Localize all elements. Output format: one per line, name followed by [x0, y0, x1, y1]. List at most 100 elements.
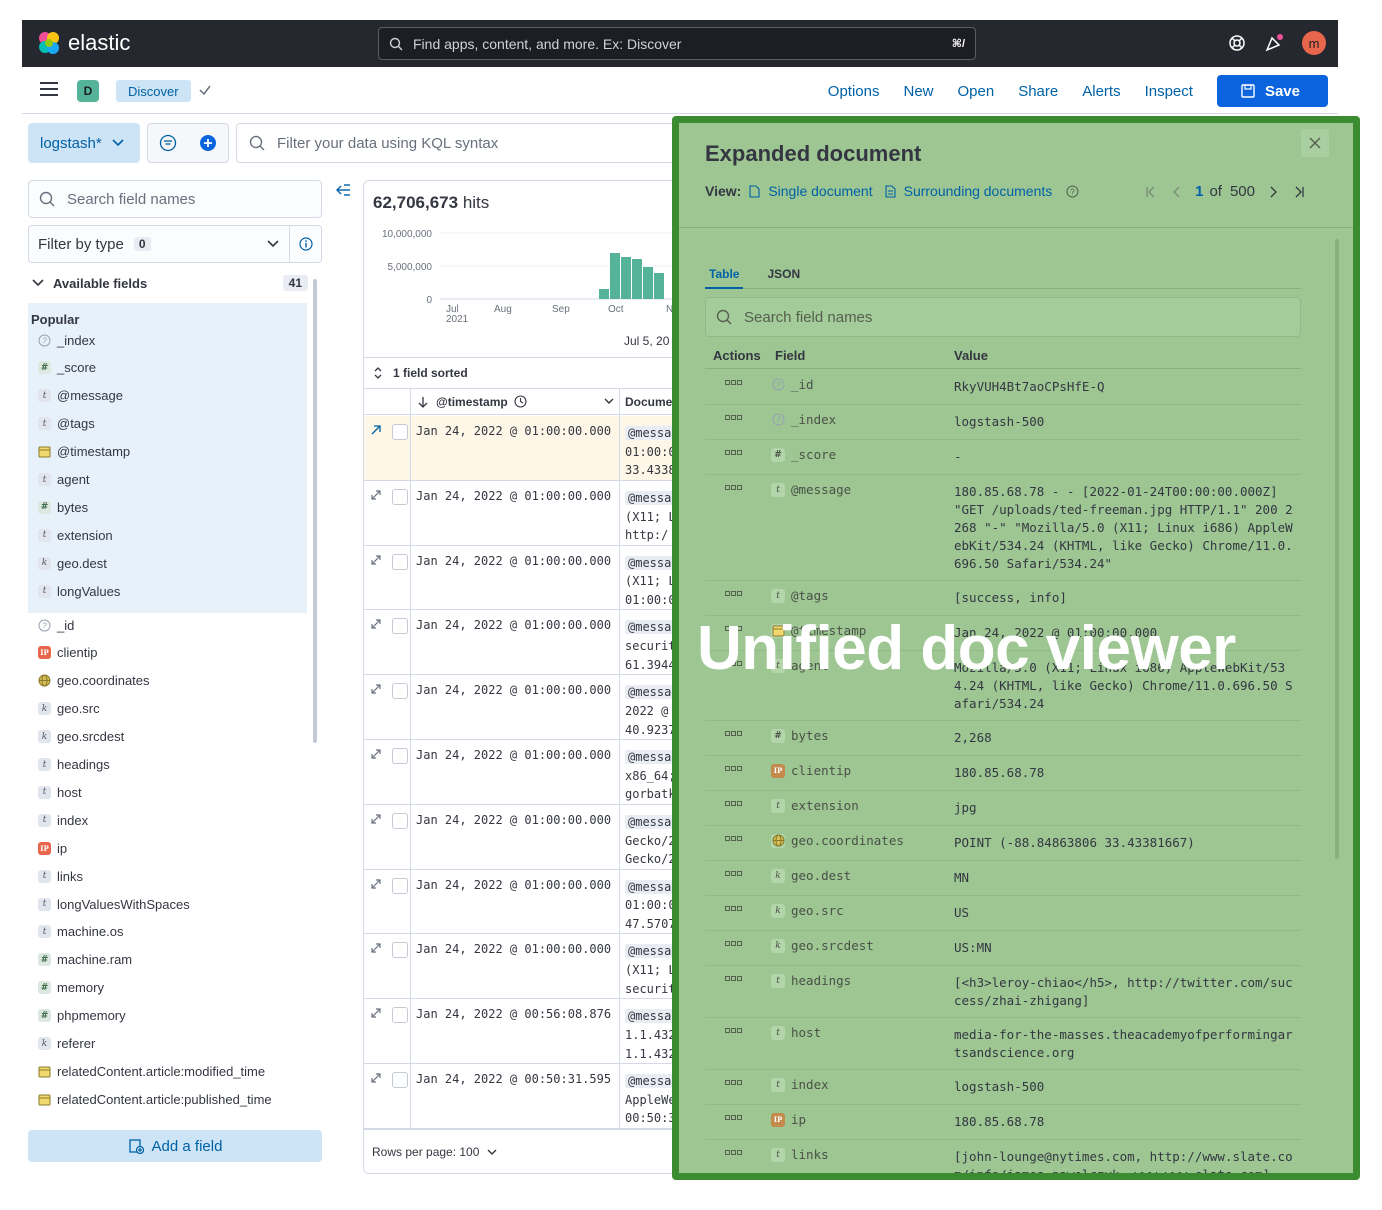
row-select-checkbox[interactable] [392, 618, 408, 635]
row-actions-icon[interactable] [725, 801, 743, 807]
sidebar-field-item[interactable]: t longValues [38, 582, 120, 600]
table-row[interactable]: Jan 24, 2022 @ 01:00:00.000 @messa Gecko/2… [364, 805, 692, 870]
collapse-sidebar-icon[interactable] [336, 183, 352, 197]
doc-field-row[interactable]: k geo.srcdest US:MN [705, 931, 1301, 966]
doc-field-row[interactable]: t index logstash-500 [705, 1070, 1301, 1105]
filter-info-button[interactable] [290, 225, 322, 263]
doc-field-row[interactable]: IP clientip 180.85.68.78 [705, 756, 1301, 791]
elastic-logo[interactable]: elastic [36, 30, 130, 56]
sort-indicator[interactable]: 1 field sorted [364, 357, 692, 389]
doc-field-row[interactable]: t host media-for-the-masses.theacademyofpe… [705, 1018, 1301, 1070]
expand-row-icon[interactable] [370, 1072, 382, 1084]
sidebar-field-item[interactable]: t index [38, 811, 88, 829]
sidebar-field-item[interactable]: relatedContent.article:published_time [38, 1090, 272, 1108]
expand-row-icon[interactable] [370, 878, 382, 890]
sidebar-field-item[interactable]: k referer [38, 1035, 95, 1053]
doc-field-row[interactable]: geo.coordinates POINT (-88.84863806 33.43… [705, 826, 1301, 861]
row-actions-icon[interactable] [725, 1080, 743, 1086]
sidebar-field-item[interactable]: IP clientip [38, 644, 97, 662]
close-flyout-button[interactable] [1301, 129, 1329, 157]
row-actions-icon[interactable] [725, 906, 743, 912]
table-row[interactable]: Jan 24, 2022 @ 00:56:08.876 @messa 1.1.432… [364, 999, 692, 1064]
expand-row-icon[interactable] [370, 489, 382, 501]
menu-open[interactable]: Open [958, 83, 995, 100]
sidebar-field-item[interactable]: # phpmemory [38, 1007, 126, 1025]
expand-row-icon[interactable] [370, 424, 382, 436]
doc-field-row[interactable]: ? _index logstash-500 [705, 405, 1301, 440]
row-actions-icon[interactable] [725, 450, 743, 456]
doc-field-row[interactable]: k geo.dest MN [705, 861, 1301, 896]
sidebar-field-item[interactable]: IP ip [38, 839, 67, 857]
expand-row-icon[interactable] [370, 942, 382, 954]
row-actions-icon[interactable] [725, 1028, 743, 1034]
menu-options[interactable]: Options [828, 83, 880, 100]
flyout-scrollbar[interactable] [1335, 239, 1339, 859]
menu-alerts[interactable]: Alerts [1082, 83, 1120, 100]
hamburger-menu-icon[interactable] [40, 82, 58, 96]
add-field-button[interactable]: Add a field [28, 1130, 322, 1162]
sidebar-field-item[interactable]: t machine.os [38, 923, 123, 941]
doc-field-row[interactable]: t headings [<h3>leroy-chiao</h5>, http://t… [705, 966, 1301, 1018]
available-fields-header[interactable]: Available fields 41 [32, 273, 308, 293]
news-feed-icon[interactable] [1264, 33, 1284, 53]
expand-row-icon[interactable] [370, 683, 382, 695]
tab-table[interactable]: Table [705, 257, 744, 289]
data-view-picker[interactable]: logstash* [28, 123, 140, 163]
column-header-timestamp[interactable]: @timestamp [436, 395, 508, 409]
sidebar-field-item[interactable]: # _score [38, 359, 96, 377]
table-row[interactable]: Jan 24, 2022 @ 01:00:00.000 @messa (X11; L… [364, 934, 692, 1000]
tab-json[interactable]: JSON [763, 257, 804, 289]
sidebar-field-item[interactable]: t @tags [38, 415, 95, 433]
sidebar-field-item[interactable]: @timestamp [38, 443, 130, 461]
expand-row-icon[interactable] [370, 1007, 382, 1019]
row-actions-icon[interactable] [725, 485, 743, 491]
last-page-icon[interactable] [1293, 186, 1305, 198]
menu-new[interactable]: New [903, 83, 933, 100]
row-select-checkbox[interactable] [392, 683, 408, 700]
sidebar-scrollbar[interactable] [313, 279, 317, 743]
row-select-checkbox[interactable] [392, 488, 408, 505]
help-icon[interactable] [1228, 34, 1246, 52]
doc-field-row[interactable]: # _score - [705, 440, 1301, 475]
kql-query-input[interactable]: Filter your data using KQL syntax [236, 123, 696, 163]
expand-row-icon[interactable] [370, 813, 382, 825]
row-actions-icon[interactable] [725, 941, 743, 947]
row-actions-icon[interactable] [725, 871, 743, 877]
sidebar-field-item[interactable]: # machine.ram [38, 951, 132, 969]
doc-field-row[interactable]: # bytes 2,268 [705, 721, 1301, 756]
first-page-icon[interactable] [1145, 186, 1157, 198]
hits-histogram[interactable]: 10,000,000 5,000,000 0 Jul 2021 Aug Sep … [364, 223, 693, 358]
row-actions-icon[interactable] [725, 1150, 743, 1156]
row-actions-icon[interactable] [725, 836, 743, 842]
row-actions-icon[interactable] [725, 766, 743, 772]
expand-row-icon[interactable] [370, 618, 382, 630]
row-actions-icon[interactable] [725, 1115, 743, 1121]
row-select-checkbox[interactable] [392, 1072, 408, 1088]
doc-field-row[interactable]: t extension jpg [705, 791, 1301, 826]
sidebar-field-item[interactable]: t agent [38, 471, 90, 489]
doc-field-row[interactable]: ? _id RkyVUH4Bt7aoCPsHfE-Q [705, 370, 1301, 405]
sidebar-field-item[interactable]: t longValuesWithSpaces [38, 895, 190, 913]
menu-share[interactable]: Share [1018, 83, 1058, 100]
table-row[interactable]: Jan 24, 2022 @ 01:00:00.000 @messa 01:00:0… [364, 870, 692, 935]
sidebar-field-item[interactable]: t host [38, 783, 82, 801]
add-filter-icon[interactable] [199, 134, 217, 152]
expand-row-icon[interactable] [370, 554, 382, 566]
help-icon[interactable]: ? [1066, 185, 1079, 198]
expand-row-icon[interactable] [370, 748, 382, 760]
table-row[interactable]: Jan 24, 2022 @ 01:00:00.000 @messa securit… [364, 610, 692, 676]
doc-field-search-input[interactable]: Search field names [705, 297, 1301, 337]
row-select-checkbox[interactable] [392, 424, 408, 440]
global-search[interactable]: Find apps, content, and more. Ex: Discov… [378, 27, 976, 60]
filter-menu-icon[interactable] [159, 134, 177, 152]
user-avatar[interactable]: m [1302, 31, 1326, 55]
row-select-checkbox[interactable] [392, 877, 408, 894]
table-row[interactable]: Jan 24, 2022 @ 01:00:00.000 @messa 2022 @ 4… [364, 675, 692, 740]
row-actions-icon[interactable] [725, 731, 743, 737]
row-select-checkbox[interactable] [392, 942, 408, 959]
sidebar-field-item[interactable]: ? _index [38, 331, 95, 349]
doc-field-row[interactable]: t @tags [success, info] [705, 581, 1301, 616]
previous-page-icon[interactable] [1171, 186, 1181, 198]
chevron-down-icon[interactable] [604, 398, 614, 405]
column-header-document[interactable]: Docume [625, 395, 672, 409]
